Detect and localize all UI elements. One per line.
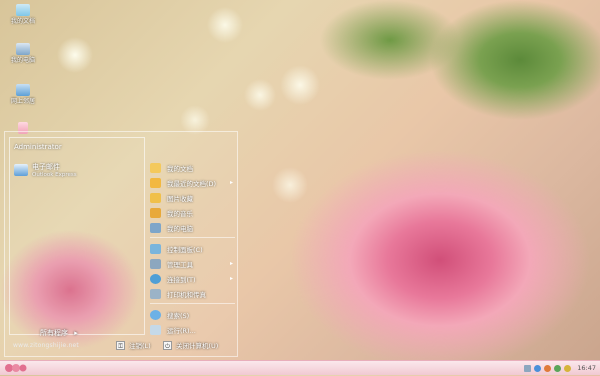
start-button[interactable] bbox=[2, 362, 32, 374]
system-tray: 16:47 bbox=[524, 362, 596, 374]
menu-item-admin-tools[interactable]: 管理工具 ▸ bbox=[150, 256, 235, 271]
shutdown-label: 关闭计算机(U) bbox=[176, 342, 219, 350]
menu-item-label: 连接到(T) bbox=[167, 275, 196, 284]
menu-item-label: 运行(R)... bbox=[167, 326, 196, 335]
search-icon bbox=[150, 309, 161, 320]
menu-item-label: 控制面板(C) bbox=[167, 245, 203, 254]
menu-item-my-computer[interactable]: 我的电脑 bbox=[150, 220, 235, 235]
menu-separator bbox=[150, 303, 235, 304]
recent-documents-icon bbox=[150, 177, 161, 188]
taskbar: 16:47 bbox=[0, 360, 600, 375]
printer-icon bbox=[150, 288, 161, 299]
menu-item-control-panel[interactable]: 控制面板(C) bbox=[150, 241, 235, 256]
run-icon bbox=[150, 324, 161, 335]
menu-item-label: 打印机和传真 bbox=[167, 290, 206, 299]
tray-app-icon[interactable] bbox=[534, 364, 542, 372]
rose-icon bbox=[5, 364, 27, 372]
menu-item-search[interactable]: 搜索(S) bbox=[150, 307, 235, 322]
menu-item-connect-to[interactable]: 连接到(T) ▸ bbox=[150, 271, 235, 286]
user-name: Administrator bbox=[14, 143, 62, 151]
globe-icon bbox=[150, 273, 161, 284]
pinned-email-subtitle: Outlook Express bbox=[32, 172, 77, 178]
desktop-icon-label: 我的电脑 bbox=[10, 57, 35, 64]
menu-item-my-pictures[interactable]: 图片收藏 bbox=[150, 190, 235, 205]
music-icon bbox=[150, 207, 161, 218]
start-menu-footer: www.zitongshijie.net ⚿ 注销(L) ⏻ 关闭计算机(U) bbox=[5, 336, 237, 356]
network-icon bbox=[16, 84, 30, 96]
folder-icon bbox=[150, 162, 161, 173]
menu-item-run[interactable]: 运行(R)... bbox=[150, 322, 235, 337]
desktop-icon-my-computer[interactable]: 我的电脑 bbox=[5, 43, 41, 64]
menu-item-label: 图片收藏 bbox=[167, 194, 193, 203]
key-icon: ⚿ bbox=[116, 340, 125, 350]
tray-app-icon[interactable] bbox=[554, 364, 562, 372]
arrow-right-icon: ▸ bbox=[229, 275, 233, 282]
tray-app-icon[interactable] bbox=[544, 364, 552, 372]
power-icon: ⏻ bbox=[163, 340, 172, 350]
start-menu-left-pane: Administrator 电子邮件 Outlook Express 所有程序 … bbox=[9, 137, 145, 337]
site-watermark: www.zitongshijie.net bbox=[13, 342, 79, 349]
menu-item-label: 我的文档 bbox=[167, 164, 193, 173]
desktop-icon-label: 网上邻居 bbox=[10, 98, 35, 105]
outlook-icon bbox=[14, 164, 28, 176]
menu-item-my-documents[interactable]: 我的文档 bbox=[150, 160, 235, 175]
logoff-label: 注销(L) bbox=[129, 342, 151, 350]
logoff-button[interactable]: ⚿ 注销(L) bbox=[116, 340, 151, 350]
computer-icon bbox=[150, 222, 161, 233]
monitor-icon[interactable] bbox=[524, 364, 532, 372]
admin-tools-icon bbox=[150, 258, 161, 269]
menu-item-printers[interactable]: 打印机和传真 bbox=[150, 286, 235, 301]
desktop-icon-label: 我的文档 bbox=[10, 18, 35, 25]
menu-item-my-music[interactable]: 我的音乐 bbox=[150, 205, 235, 220]
menu-separator bbox=[150, 237, 235, 238]
arrow-right-icon: ▸ bbox=[229, 179, 233, 186]
menu-item-label: 搜索(S) bbox=[167, 311, 190, 320]
volume-icon[interactable] bbox=[564, 364, 572, 372]
menu-item-label: 管理工具 bbox=[167, 260, 193, 269]
start-menu: Administrator 电子邮件 Outlook Express 所有程序 … bbox=[4, 131, 238, 357]
pinned-email-item[interactable]: 电子邮件 Outlook Express bbox=[14, 162, 77, 178]
menu-item-label: 我的音乐 bbox=[167, 209, 193, 218]
computer-icon bbox=[16, 43, 30, 55]
pinned-email-title: 电子邮件 bbox=[32, 163, 60, 171]
menu-item-label: 我最近的文档(D) bbox=[167, 179, 217, 188]
start-menu-right-pane: 我的文档 我最近的文档(D) ▸ 图片收藏 我的音乐 我的电脑 控制面板(C) … bbox=[150, 160, 235, 337]
shutdown-button[interactable]: ⏻ 关闭计算机(U) bbox=[163, 340, 218, 350]
menu-item-recent-documents[interactable]: 我最近的文档(D) ▸ bbox=[150, 175, 235, 190]
desktop-icon-network[interactable]: 网上邻居 bbox=[5, 84, 41, 105]
documents-icon bbox=[16, 4, 30, 16]
control-panel-icon bbox=[150, 243, 161, 254]
menu-item-label: 我的电脑 bbox=[167, 224, 193, 233]
pictures-icon bbox=[150, 192, 161, 203]
clock[interactable]: 16:47 bbox=[577, 364, 596, 372]
arrow-right-icon: ▸ bbox=[229, 260, 233, 267]
desktop-icon-my-documents[interactable]: 我的文档 bbox=[5, 4, 41, 25]
